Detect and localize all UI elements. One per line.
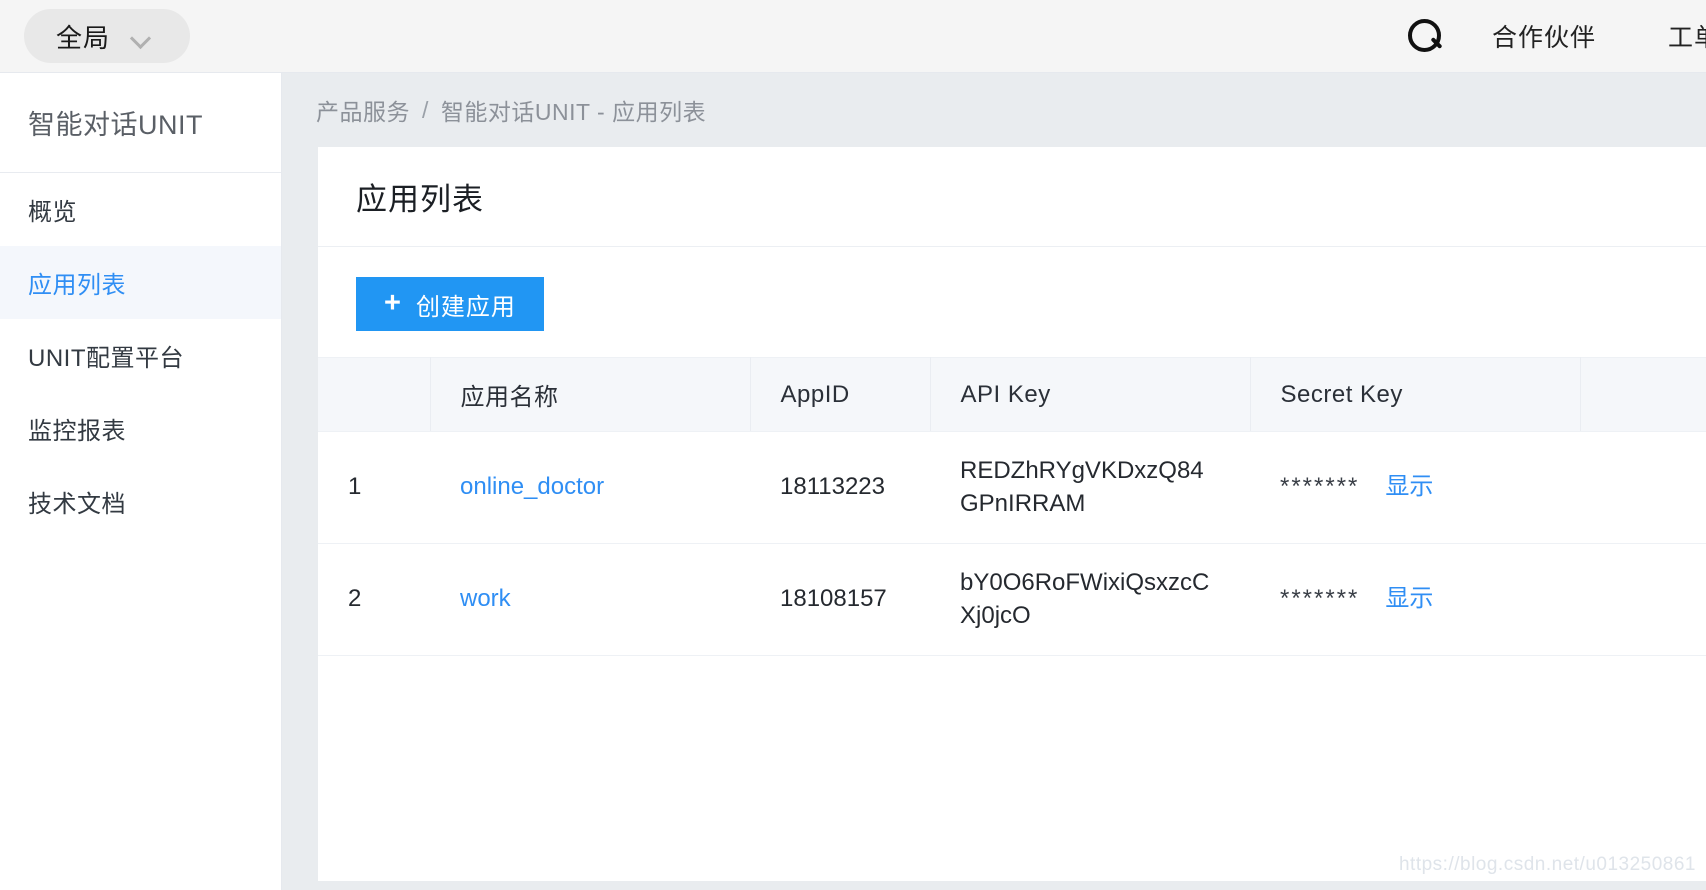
breadcrumb-item-products[interactable]: 产品服务 <box>316 93 410 127</box>
row-app-name-cell: online_doctor <box>430 431 750 544</box>
top-header-bar: 全局 合作伙伴 工单 <box>0 0 1706 72</box>
sidebar-item-monitor-report[interactable]: 监控报表 <box>0 392 281 465</box>
breadcrumb-separator: / <box>422 96 429 123</box>
column-header-index <box>318 357 431 432</box>
create-app-button-label: 创建应用 <box>415 293 516 321</box>
table-empty-space <box>318 656 1706 822</box>
table-body: 1 online_doctor 18113223 REDZhRYgVKDxzQ8… <box>318 431 1706 656</box>
table-row: 1 online_doctor 18113223 REDZhRYgVKDxzQ8… <box>318 431 1706 544</box>
row-extra <box>1580 431 1706 544</box>
app-list-card: 应用列表 + 创建应用 应用名称 AppID API Key Secret Ke… <box>318 147 1706 881</box>
show-secret-link[interactable]: 显示 <box>1385 583 1433 615</box>
sidebar-item-label: 监控报表 <box>28 418 126 445</box>
show-secret-link[interactable]: 显示 <box>1385 471 1433 503</box>
nav-link-tickets[interactable]: 工单 <box>1632 18 1706 54</box>
application-window: 全局 合作伙伴 工单 智能对话UNIT 概览 应用列表 UNIT配置平台 监控报… <box>0 0 1706 890</box>
breadcrumb-item-current: 智能对话UNIT - 应用列表 <box>440 99 707 125</box>
sidebar-title: 智能对话UNIT <box>0 73 281 173</box>
column-header-api-key: API Key <box>930 357 1251 432</box>
search-button[interactable] <box>1394 5 1456 67</box>
app-list-table: 应用名称 AppID API Key Secret Key 1 online_d… <box>318 357 1706 656</box>
table-row: 2 work 18108157 bY0O6RoFWixiQsxzcCXj0jcO… <box>318 543 1706 656</box>
sidebar-item-label: 应用列表 <box>28 272 126 299</box>
watermark: https://blog.csdn.net/u013250861 <box>1398 854 1696 875</box>
column-header-appid: AppID <box>750 357 931 432</box>
sidebar-item-app-list[interactable]: 应用列表 <box>0 246 281 319</box>
create-app-button[interactable]: + 创建应用 <box>356 277 544 331</box>
column-header-secret-key: Secret Key <box>1250 357 1581 432</box>
scope-selector-label: 全局 <box>56 22 111 53</box>
search-icon <box>1407 19 1442 53</box>
row-index: 2 <box>318 543 430 656</box>
sidebar-item-tech-docs[interactable]: 技术文档 <box>0 465 281 538</box>
sidebar-item-overview[interactable]: 概览 <box>0 173 281 246</box>
app-name-link[interactable]: online_doctor <box>460 473 604 500</box>
row-appid: 18108157 <box>750 543 930 656</box>
row-appid: 18113223 <box>750 431 930 544</box>
chevron-down-icon <box>132 31 151 42</box>
plus-icon: + <box>384 286 402 319</box>
sidebar: 智能对话UNIT 概览 应用列表 UNIT配置平台 监控报表 技术文档 <box>0 72 282 890</box>
table-header: 应用名称 AppID API Key Secret Key <box>318 357 1706 432</box>
row-index: 1 <box>318 431 430 544</box>
row-secret-key-cell: ******* 显示 <box>1250 543 1580 656</box>
column-header-app-name: 应用名称 <box>430 357 751 432</box>
card-header: 应用列表 <box>318 147 1706 247</box>
nav-link-partners[interactable]: 合作伙伴 <box>1456 18 1632 54</box>
row-secret-key-cell: ******* 显示 <box>1250 431 1580 544</box>
breadcrumb: 产品服务 / 智能对话UNIT - 应用列表 <box>282 73 1706 147</box>
column-header-extra <box>1580 357 1706 432</box>
row-extra <box>1580 543 1706 656</box>
table-header-row: 应用名称 AppID API Key Secret Key <box>318 357 1706 432</box>
row-api-key: REDZhRYgVKDxzQ84GPnIRRAM <box>930 431 1250 544</box>
app-list-table-wrapper: 应用名称 AppID API Key Secret Key 1 online_d… <box>318 357 1706 822</box>
card-toolbar: + 创建应用 <box>318 247 1706 357</box>
sidebar-item-label: UNIT配置平台 <box>28 345 184 372</box>
row-api-key: bY0O6RoFWixiQsxzcCXj0jcO <box>930 543 1250 656</box>
top-header-actions: 合作伙伴 工单 <box>1394 0 1706 72</box>
sidebar-item-label: 概览 <box>28 199 77 226</box>
sidebar-item-unit-config-platform[interactable]: UNIT配置平台 <box>0 319 281 392</box>
secret-key-mask: ******* <box>1280 473 1360 501</box>
row-app-name-cell: work <box>430 543 750 656</box>
page-title: 应用列表 <box>356 182 484 217</box>
app-name-link[interactable]: work <box>460 585 511 612</box>
secret-key-mask: ******* <box>1280 585 1360 613</box>
sidebar-item-label: 技术文档 <box>28 491 126 518</box>
scope-selector[interactable]: 全局 <box>24 9 190 63</box>
main-content: 产品服务 / 智能对话UNIT - 应用列表 应用列表 + 创建应用 应用名称 … <box>282 72 1706 890</box>
